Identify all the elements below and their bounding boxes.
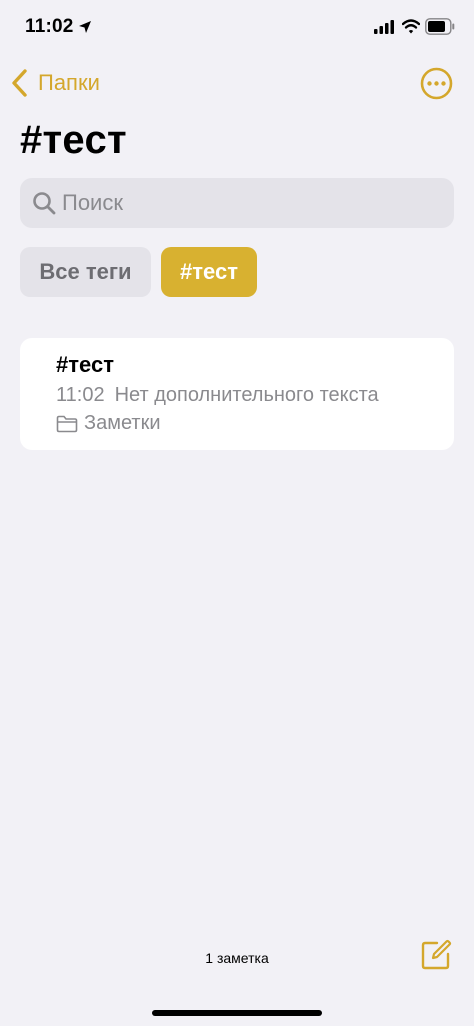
back-button[interactable]: Папки [10,64,100,102]
location-arrow-icon [79,21,91,33]
back-button-label: Папки [38,70,100,95]
note-list-item[interactable]: #тест 11:02 Нет дополнительного текста За… [20,338,454,450]
note-time: 11:02 [56,384,105,406]
search-icon [33,192,56,215]
note-count: 1 заметка [205,950,269,966]
note-meta: 11:02 Нет дополнительного текста [56,384,379,407]
screen: 11:02 Папки #тест Поиск Все теги #тест #… [0,0,474,1026]
home-indicator [152,1010,322,1016]
folder-icon [56,415,78,432]
more-ellipsis-icon[interactable] [420,67,453,100]
note-preview: Нет дополнительного текста [114,384,379,406]
note-folder: Заметки [56,412,161,435]
tag-chip-active[interactable]: #тест [161,247,257,297]
wifi-icon [402,19,420,34]
page-title: #тест [20,118,127,162]
compose-icon[interactable] [420,939,452,971]
chevron-left-icon [12,69,27,97]
status-bar: 11:02 [0,0,474,58]
signal-icon [374,20,394,34]
battery-icon [425,18,455,35]
search-input[interactable] [62,190,422,216]
tag-chip-all[interactable]: Все теги [20,247,151,297]
note-title: #тест [56,352,114,377]
note-folder-label: Заметки [84,412,161,434]
search-field[interactable] [20,178,454,228]
status-time: 11:02 [25,16,74,37]
